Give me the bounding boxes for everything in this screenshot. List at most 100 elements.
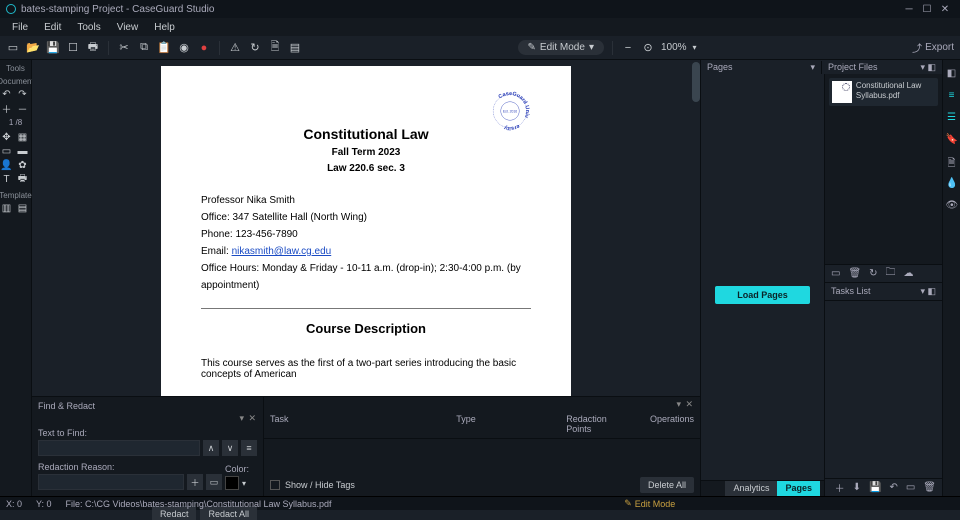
add-task-icon[interactable]: ＋ [835, 480, 845, 495]
stamp-icon[interactable]: ✿ [17, 159, 29, 171]
reason-list-button[interactable]: ▭ [206, 474, 222, 490]
document-canvas[interactable]: CaseGuard Univ ersity Est. 2016 Constitu… [32, 60, 700, 396]
zoom-fit-icon[interactable]: ⊙ [641, 41, 655, 55]
chevron-down-icon[interactable]: ▾ [693, 43, 697, 52]
zoom-out-icon[interactable]: − [621, 41, 635, 55]
file-thumb-icon [832, 81, 852, 103]
undo-task-icon[interactable]: ↶ [889, 482, 897, 493]
menu-edit[interactable]: Edit [36, 22, 69, 33]
text-icon[interactable]: T [1, 173, 13, 185]
page-icon[interactable]: 🗎 [946, 156, 958, 168]
find-options-button[interactable]: ≡ [241, 440, 257, 456]
load-pages-button[interactable]: Load Pages [715, 286, 810, 304]
panel-controls[interactable]: ▾ ✕ [239, 413, 257, 424]
refresh-icon[interactable]: ↻ [248, 41, 262, 55]
doc-info-block: Professor Nika Smith Office: 347 Satelli… [201, 192, 531, 294]
doc-email-link[interactable]: nikasmith@law.cg.edu [232, 246, 332, 257]
panel-toggle-icon[interactable]: ◧ [946, 68, 958, 80]
reason-label: Redaction Reason: [38, 462, 222, 472]
folder-icon[interactable]: 🗀 [886, 265, 896, 282]
tab-analytics[interactable]: Analytics [725, 481, 777, 496]
select-icon[interactable]: ▦ [17, 131, 29, 143]
col-type: Type [456, 414, 566, 434]
zoom-out-icon[interactable]: － [17, 102, 29, 114]
doc-hours: Office Hours: Monday & Friday - 10-11 a.… [201, 260, 531, 294]
user-icon[interactable]: 👤 [1, 159, 13, 171]
delete-task-icon[interactable]: 🗑 [923, 482, 936, 493]
redact-tool-icon[interactable]: ▬ [17, 145, 29, 157]
zoom-in-icon[interactable]: ＋ [1, 102, 13, 114]
bookmark-icon[interactable]: 🔖 [946, 134, 958, 146]
add-file-icon[interactable]: ▭ [831, 268, 840, 279]
tasks-list [825, 301, 942, 478]
drop-icon[interactable]: 💧 [946, 178, 958, 190]
menu-tools[interactable]: Tools [69, 22, 108, 33]
paste-icon[interactable]: 📋 [157, 41, 171, 55]
color-swatch[interactable] [225, 476, 239, 490]
save-task-icon[interactable]: 💾 [869, 482, 881, 493]
file-thumbnail[interactable]: Constitutional Law Syllabus.pdf [829, 78, 938, 106]
close-button[interactable]: ✕ [936, 4, 954, 15]
text-to-find-label: Text to Find: [38, 428, 257, 438]
next-match-button[interactable]: ∨ [222, 440, 238, 456]
rect-icon[interactable]: ▭ [1, 145, 13, 157]
redo-icon[interactable]: ↷ [17, 88, 29, 100]
tab-pages[interactable]: Pages [777, 481, 820, 496]
document-icon[interactable]: 🗎 [268, 41, 282, 55]
list-icon[interactable]: ☰ [946, 112, 958, 124]
col-task: Task [270, 414, 456, 434]
new-icon[interactable]: ▭ [6, 41, 20, 55]
find-input[interactable] [38, 440, 200, 456]
prev-match-button[interactable]: ∧ [203, 440, 219, 456]
delete-file-icon[interactable]: 🗑 [848, 268, 861, 279]
cloud-icon[interactable]: ☁ [904, 268, 914, 279]
menu-view[interactable]: View [109, 22, 147, 33]
export-button[interactable]: ⤴ Export [912, 40, 954, 55]
doc-title: Constitutional Law [201, 126, 531, 142]
page-indicator[interactable]: 1 /8 [9, 118, 22, 127]
status-file: File: C:\CG Videos\bates-stamping\Consti… [66, 499, 332, 509]
template2-icon[interactable]: ▤ [17, 202, 29, 214]
tasks-list-header[interactable]: Tasks List▾ ◧ [825, 282, 942, 301]
canvas-scrollbar[interactable] [692, 62, 700, 102]
left-tool-rail: Tools Document ↶ ↷ ＋ － 1 /8 ✥ ▦ ▭ ▬ 👤 ✿ … [0, 60, 32, 496]
mode-label: Edit Mode [540, 42, 585, 53]
app-logo-icon [6, 4, 16, 14]
template1-icon[interactable]: ▥ [1, 202, 13, 214]
minimize-button[interactable]: ─ [900, 4, 918, 15]
print-icon[interactable]: 🖶 [86, 41, 100, 55]
copy-icon[interactable]: ⧉ [137, 41, 151, 55]
maximize-button[interactable]: ☐ [918, 4, 936, 15]
reload-icon[interactable]: ↻ [869, 268, 877, 279]
reason-input[interactable] [38, 474, 184, 490]
files-panel-label[interactable]: Project Files▾ ◧ [821, 61, 942, 74]
doc-term: Fall Term 2023 [201, 147, 531, 158]
record-icon[interactable]: ● [197, 41, 211, 55]
camera-icon[interactable]: ◉ [177, 41, 191, 55]
pages-panel-label[interactable]: Pages▾ [701, 61, 821, 74]
cut-icon[interactable]: ✂ [117, 41, 131, 55]
zoom-level[interactable]: 100% [661, 42, 687, 53]
tasks-tools: ＋ ⬇ 💾 ↶ ▭ 🗑 [825, 478, 942, 496]
chevron-down-icon[interactable]: ▾ [242, 479, 246, 488]
menu-file[interactable]: File [4, 22, 36, 33]
move-icon[interactable]: ✥ [1, 131, 13, 143]
edit-mode-dropdown[interactable]: ✎ Edit Mode ▾ [518, 40, 604, 55]
clear-task-icon[interactable]: ▭ [906, 482, 915, 493]
save-icon[interactable]: 💾 [46, 41, 60, 55]
calendar-icon[interactable]: ▤ [288, 41, 302, 55]
panel-controls[interactable]: ▾ ✕ [676, 399, 694, 410]
undo-icon[interactable]: ↶ [1, 88, 13, 100]
save-project-icon[interactable]: ☐ [66, 41, 80, 55]
download-icon[interactable]: ⬇ [853, 482, 861, 493]
layers-icon[interactable]: ≡ [946, 90, 958, 102]
menu-help[interactable]: Help [146, 22, 183, 33]
eye-icon[interactable]: 👁 [946, 200, 958, 212]
delete-all-button[interactable]: Delete All [640, 477, 694, 493]
open-icon[interactable]: 📂 [26, 41, 40, 55]
project-files-panel: Constitutional Law Syllabus.pdf [825, 74, 942, 264]
print-tool-icon[interactable]: 🖶 [17, 173, 29, 185]
warning-icon[interactable]: ⚠ [228, 41, 242, 55]
add-reason-button[interactable]: ＋ [187, 474, 203, 490]
show-hide-checkbox[interactable] [270, 480, 280, 490]
